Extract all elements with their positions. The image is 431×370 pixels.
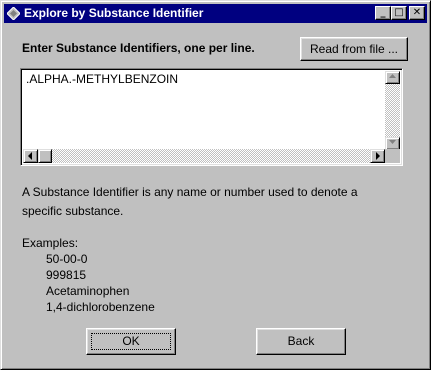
arrow-up-icon: [389, 74, 396, 78]
scroll-up-button[interactable]: [385, 71, 400, 84]
arrow-down-icon: [389, 140, 396, 144]
example-item: 1,4-dichlorobenzene: [46, 300, 155, 314]
vertical-scrollbar[interactable]: [385, 71, 400, 150]
back-button[interactable]: Back: [256, 328, 346, 355]
example-item: Acetaminophen: [46, 284, 130, 298]
textarea-content: .ALPHA.-METHYLBENZOIN: [26, 72, 179, 86]
dialog-window: Explore by Substance Identifier _ □ ✕ En…: [0, 0, 431, 370]
arrow-right-icon: [376, 152, 380, 160]
horizontal-scroll-thumb[interactable]: [38, 149, 52, 163]
minimize-button[interactable]: _: [375, 6, 391, 20]
maximize-button[interactable]: □: [391, 6, 407, 20]
arrow-left-icon: [28, 152, 32, 160]
scrollbar-corner: [385, 149, 400, 163]
close-icon: ✕: [412, 7, 422, 18]
app-diamond-icon: [7, 7, 20, 20]
examples-heading: Examples:: [22, 236, 79, 250]
focus-indicator: [91, 333, 171, 350]
window-title: Explore by Substance Identifier: [24, 6, 204, 20]
description-line-2: specific substance.: [22, 204, 124, 218]
prompt-label: Enter Substance Identifiers, one per lin…: [22, 41, 255, 55]
example-item: 50-00-0: [46, 252, 88, 266]
back-label: Back: [287, 334, 315, 348]
horizontal-scrollbar[interactable]: [23, 149, 385, 163]
maximize-icon: □: [394, 7, 404, 18]
description-line-1: A Substance Identifier is any name or nu…: [22, 185, 358, 199]
scroll-left-button[interactable]: [23, 149, 38, 163]
read-from-file-button[interactable]: Read from file ...: [300, 37, 408, 61]
title-bar[interactable]: Explore by Substance Identifier _ □ ✕: [4, 4, 427, 23]
scroll-right-button[interactable]: [370, 149, 385, 163]
substance-identifiers-textarea[interactable]: .ALPHA.-METHYLBENZOIN: [20, 68, 403, 166]
close-button[interactable]: ✕: [409, 6, 425, 20]
example-item: 999815: [46, 268, 87, 282]
read-from-file-label: Read from file ...: [309, 42, 399, 56]
minimize-icon: _: [380, 7, 386, 18]
ok-button[interactable]: OK: [86, 328, 176, 355]
